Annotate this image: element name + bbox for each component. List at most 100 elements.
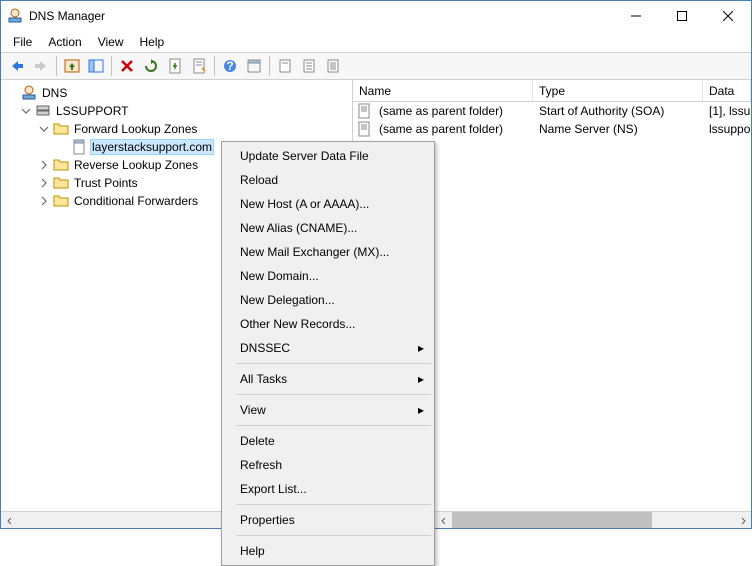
mi-new-alias[interactable]: New Alias (CNAME)... (224, 216, 432, 240)
menu-separator (236, 425, 431, 426)
zone-file-icon (71, 139, 87, 155)
mi-label: Delete (240, 434, 275, 448)
help-button[interactable]: ? (219, 55, 241, 77)
mi-export-list[interactable]: Export List... (224, 477, 432, 501)
tree-item-label: Trust Points (72, 175, 140, 191)
up-button[interactable] (61, 55, 83, 77)
close-button[interactable] (705, 1, 751, 31)
new-window-button[interactable] (243, 55, 265, 77)
maximize-button[interactable] (659, 1, 705, 31)
folder-icon (53, 121, 69, 137)
mi-label: New Alias (CNAME)... (240, 221, 357, 235)
menu-separator (236, 504, 431, 505)
record-icon (357, 103, 373, 119)
forward-button[interactable] (30, 55, 52, 77)
mi-new-host[interactable]: New Host (A or AAAA)... (224, 192, 432, 216)
list-row[interactable]: (same as parent folder) Name Server (NS)… (353, 120, 751, 138)
mi-label: Export List... (240, 482, 307, 496)
server-icon (35, 103, 51, 119)
column-data[interactable]: Data (703, 80, 751, 101)
mi-new-domain[interactable]: New Domain... (224, 264, 432, 288)
scroll-left-icon[interactable] (435, 512, 452, 528)
expand-icon[interactable] (37, 158, 51, 172)
mi-other-new-records[interactable]: Other New Records... (224, 312, 432, 336)
menu-action[interactable]: Action (40, 33, 89, 51)
expander-spacer (55, 140, 69, 154)
cell-data: [1], lssuppo (705, 103, 751, 119)
mi-label: Reload (240, 173, 278, 187)
mi-delete[interactable]: Delete (224, 429, 432, 453)
tree-item-label: Forward Lookup Zones (72, 121, 199, 137)
mi-label: View (240, 403, 266, 417)
record-icon (357, 121, 373, 137)
folder-icon (53, 175, 69, 191)
mi-help[interactable]: Help (224, 539, 432, 563)
app-icon (7, 8, 23, 24)
mi-reload[interactable]: Reload (224, 168, 432, 192)
mi-label: Refresh (240, 458, 282, 472)
scroll-thumb[interactable] (452, 512, 652, 528)
mi-dnssec[interactable]: DNSSEC ▸ (224, 336, 432, 360)
minimize-button[interactable] (613, 1, 659, 31)
cell-name: (same as parent folder) (375, 103, 535, 119)
menu-separator (236, 363, 431, 364)
properties-button[interactable] (188, 55, 210, 77)
folder-icon (53, 193, 69, 209)
cell-data: lssupport. (705, 121, 751, 137)
expand-icon[interactable] (37, 194, 51, 208)
scroll-right-icon[interactable] (734, 512, 751, 528)
refresh-button[interactable] (140, 55, 162, 77)
mi-label: DNSSEC (240, 341, 290, 355)
action1-button[interactable] (274, 55, 296, 77)
context-menu: Update Server Data File Reload New Host … (221, 141, 435, 566)
column-type[interactable]: Type (533, 80, 703, 101)
column-name[interactable]: Name (353, 80, 533, 101)
mi-new-delegation[interactable]: New Delegation... (224, 288, 432, 312)
menu-file[interactable]: File (5, 33, 40, 51)
cell-type: Name Server (NS) (535, 121, 705, 137)
mi-new-mx[interactable]: New Mail Exchanger (MX)... (224, 240, 432, 264)
delete-button[interactable] (116, 55, 138, 77)
collapse-icon[interactable] (19, 104, 33, 118)
tree-root-label: DNS (40, 85, 69, 101)
show-hide-tree-button[interactable] (85, 55, 107, 77)
menu-separator (236, 535, 431, 536)
tree-root-dns[interactable]: DNS (1, 84, 352, 102)
list-row[interactable]: (same as parent folder) Start of Authori… (353, 102, 751, 120)
list-h-scrollbar[interactable] (435, 511, 751, 528)
mi-label: Other New Records... (240, 317, 355, 331)
dns-icon (21, 85, 37, 101)
toolbar: ? (1, 52, 751, 80)
mi-label: New Delegation... (240, 293, 335, 307)
action2-button[interactable] (298, 55, 320, 77)
menu-bar: File Action View Help (1, 31, 751, 52)
menu-view[interactable]: View (90, 33, 132, 51)
mi-update-server-data[interactable]: Update Server Data File (224, 144, 432, 168)
expander-icon (5, 86, 19, 100)
mi-view[interactable]: View▸ (224, 398, 432, 422)
tree-item-label: layerstacksupport.com (90, 139, 214, 155)
mi-refresh[interactable]: Refresh (224, 453, 432, 477)
tree-server[interactable]: LSSUPPORT (1, 102, 352, 120)
mi-label: Properties (240, 513, 295, 527)
action3-button[interactable] (322, 55, 344, 77)
cell-type: Start of Authority (SOA) (535, 103, 705, 119)
expand-icon[interactable] (37, 176, 51, 190)
tree-forward-zones[interactable]: Forward Lookup Zones (1, 120, 352, 138)
menu-help[interactable]: Help (132, 33, 173, 51)
menu-separator (236, 394, 431, 395)
mi-properties[interactable]: Properties (224, 508, 432, 532)
scroll-left-icon[interactable] (1, 512, 18, 528)
mi-all-tasks[interactable]: All Tasks▸ (224, 367, 432, 391)
mi-label: Update Server Data File (240, 149, 369, 163)
list-header: Name Type Data (353, 80, 751, 102)
tree-item-label: Conditional Forwarders (72, 193, 200, 209)
back-button[interactable] (6, 55, 28, 77)
collapse-icon[interactable] (37, 122, 51, 136)
tree-item-label: Reverse Lookup Zones (72, 157, 200, 173)
export-button[interactable] (164, 55, 186, 77)
mi-label: All Tasks (240, 372, 287, 386)
mi-label: Help (240, 544, 265, 558)
window-title: DNS Manager (29, 9, 105, 23)
submenu-arrow-icon: ▸ (418, 341, 424, 355)
